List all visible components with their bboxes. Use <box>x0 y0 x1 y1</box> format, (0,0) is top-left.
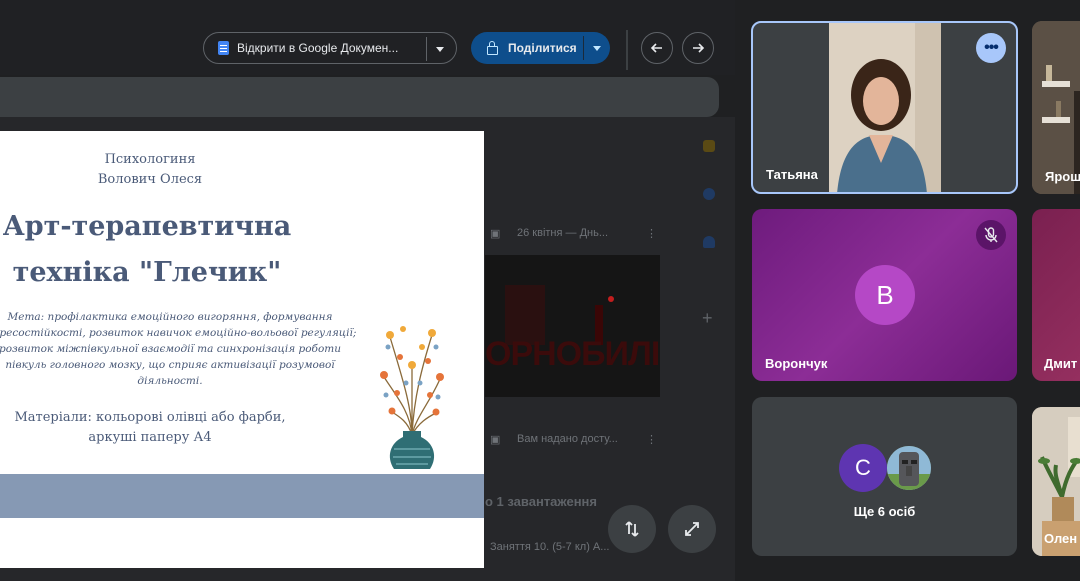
slide-next-preview <box>0 518 484 568</box>
swap-layout-icon[interactable] <box>608 505 656 553</box>
slide-title-line2: техніка "Глечик" <box>12 257 282 288</box>
participant-name: Ворончук <box>765 356 828 371</box>
participant-tile-dmytro[interactable]: Дмит <box>1032 209 1080 381</box>
more-participants-label: Ще 6 осіб <box>853 504 916 519</box>
mic-off-icon <box>976 220 1006 250</box>
doc-list-item[interactable]: Вам надано досту... <box>517 433 618 445</box>
doc-item-icon: ▣ <box>490 228 501 240</box>
lock-icon <box>487 40 498 55</box>
more-participants-tile[interactable]: С Ще 6 осіб <box>752 397 1017 556</box>
participant-tile-voronchuk[interactable]: В Ворончук <box>752 209 1017 381</box>
uploads-heading: о 1 завантаження <box>485 494 597 509</box>
participant-video <box>829 23 941 192</box>
participant-name: Ярош <box>1045 169 1080 184</box>
side-rail: + <box>697 130 722 520</box>
slide-materials-line1: Матеріали: кольорові олівці або фарби, <box>14 410 286 425</box>
divider <box>426 37 427 61</box>
slide-author-line1: Психологиня <box>104 152 196 167</box>
drag-divider[interactable] <box>626 30 628 70</box>
more-vert-icon[interactable]: ⋮ <box>646 227 657 240</box>
keep-icon[interactable] <box>703 140 715 152</box>
open-in-docs-label: Відкрити в Google Докумен... <box>237 41 399 55</box>
goal-line: півкуль головного мозку, що сприяє актив… <box>5 359 335 371</box>
participant-name: Олен <box>1044 531 1078 546</box>
goal-line: Мета: профілактика емоційного вигоряння,… <box>7 311 333 323</box>
contacts-icon[interactable] <box>703 236 715 248</box>
participant-name: Татьяна <box>766 167 818 182</box>
doc-toolbar: Відкрити в Google Докумен... Поділитися <box>0 0 735 75</box>
share-label: Поділитися <box>508 41 577 55</box>
chevron-down-icon[interactable] <box>593 46 601 51</box>
participant-tile-yarosh[interactable]: Ярош <box>1032 21 1080 194</box>
slide-title-line1: Арт-терапевтична <box>2 211 292 242</box>
open-in-google-docs-button[interactable]: Відкрити в Google Докумен... <box>203 32 457 64</box>
doc-list-item[interactable]: 26 квітня — Днь... <box>517 227 608 239</box>
lesson-link[interactable]: Заняття 10. (5-7 кл) А... <box>490 541 609 553</box>
forward-arrow-icon[interactable] <box>682 32 714 64</box>
goal-line: стресостійкості, розвиток навичок емоцій… <box>0 327 357 339</box>
goal-line: діяльності. <box>137 375 203 387</box>
slide-goal-text: Мета: профілактика емоційного вигоряння,… <box>0 309 360 389</box>
slide-author-line2: Волович Олеся <box>97 172 203 187</box>
presentation-slide: Психологиня Волович Олеся Арт-терапевтич… <box>0 131 484 568</box>
participant-name: Дмит <box>1044 356 1078 371</box>
back-arrow-icon[interactable] <box>641 32 673 64</box>
doc-item-icon: ▣ <box>490 434 501 446</box>
fullscreen-icon[interactable] <box>668 505 716 553</box>
chevron-down-icon[interactable] <box>436 47 444 52</box>
video-title-text: ОРНОБИЛІ <box>485 335 660 373</box>
share-button[interactable]: Поділитися <box>471 32 610 64</box>
flower-vase-illustration <box>380 326 444 469</box>
more-vert-icon[interactable]: ⋮ <box>646 433 657 446</box>
avatar <box>885 444 933 492</box>
video-thumbnail[interactable]: ОРНОБИЛІ <box>485 255 660 397</box>
slide-materials-line2: аркуші паперу А4 <box>88 430 212 445</box>
search-bar[interactable] <box>0 77 719 117</box>
avatar: С <box>839 444 887 492</box>
add-icon[interactable]: + <box>702 308 713 329</box>
slide-footer-band <box>0 474 484 518</box>
participant-tile-olena[interactable]: Олен <box>1032 407 1080 556</box>
avatar: В <box>855 265 915 325</box>
goal-line: розвиток міжпівкульної взаємодії та синх… <box>0 343 341 355</box>
more-options-icon[interactable]: ••• <box>976 33 1006 63</box>
participant-tile-tatyana[interactable]: ••• Татьяна <box>751 21 1018 194</box>
divider <box>583 36 584 60</box>
google-docs-icon <box>218 41 229 55</box>
tasks-icon[interactable] <box>703 188 715 200</box>
